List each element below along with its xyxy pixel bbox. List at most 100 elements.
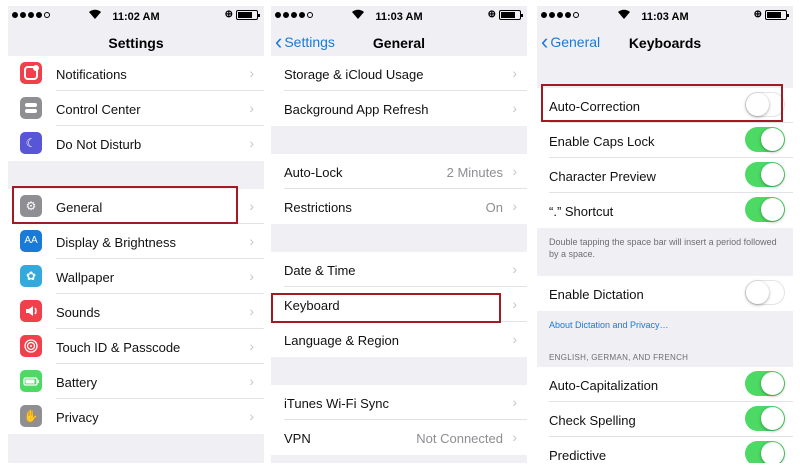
- status-bar: 11:03 AM ⊕: [271, 6, 527, 28]
- setting-label: “.” Shortcut: [549, 204, 614, 219]
- battery-level-icon: [765, 9, 789, 20]
- character-preview-toggle[interactable]: [745, 162, 785, 187]
- general-item-label: Language & Region: [284, 333, 399, 348]
- keyboard-setting-character-preview: Character Preview: [537, 158, 793, 193]
- setting-label: Enable Caps Lock: [549, 134, 655, 149]
- settings-item-label: Control Center: [56, 102, 141, 117]
- battery-level-icon: [236, 9, 260, 20]
- general-item-itunes-sync[interactable]: iTunes Wi-Fi Sync ›: [271, 385, 527, 420]
- orientation-lock-icon: ⊕: [753, 9, 762, 20]
- setting-label: Character Preview: [549, 169, 656, 184]
- notifications-icon: [20, 62, 42, 84]
- general-item-vpn[interactable]: VPN Not Connected ›: [271, 420, 527, 455]
- chevron-right-icon: ›: [512, 65, 517, 81]
- predictive-toggle[interactable]: [745, 441, 785, 463]
- keyboards-screen: 11:03 AM ⊕ ‹ General Keyboards Auto-Corr…: [537, 6, 793, 463]
- dictation-privacy-link[interactable]: About Dictation and Privacy…: [549, 320, 669, 330]
- general-item-label: Restrictions: [284, 200, 352, 215]
- period-shortcut-toggle[interactable]: [745, 197, 785, 222]
- settings-item-label: Sounds: [56, 305, 101, 320]
- setting-label: Enable Dictation: [549, 287, 644, 302]
- hand-icon: ✋: [20, 405, 42, 427]
- chevron-right-icon: ›: [249, 373, 254, 389]
- general-item-label: Storage & iCloud Usage: [284, 67, 424, 82]
- highlight-box: [12, 186, 238, 224]
- settings-item-sounds[interactable]: Sounds ›: [8, 294, 264, 329]
- general-item-value: Not Connected: [416, 431, 503, 446]
- status-bar: 11:03 AM ⊕: [537, 6, 793, 28]
- auto-capitalization-toggle[interactable]: [745, 371, 785, 396]
- highlight-box: [541, 84, 783, 122]
- nav-bar: ‹ General Keyboards: [537, 28, 793, 58]
- keyboard-setting-check-spelling: Check Spelling: [537, 402, 793, 437]
- dictation-toggle[interactable]: [745, 280, 785, 305]
- settings-item-label: Do Not Disturb: [56, 137, 142, 152]
- settings-item-label: Display & Brightness: [56, 235, 176, 250]
- settings-screen: 11:02 AM ⊕ Settings Notifications › Cont…: [8, 6, 264, 463]
- settings-item-label: Privacy: [56, 410, 99, 425]
- chevron-right-icon: ›: [249, 65, 254, 81]
- chevron-right-icon: ›: [249, 408, 254, 424]
- settings-item-label: Battery: [56, 375, 98, 390]
- chevron-right-icon: ›: [512, 394, 517, 410]
- settings-item-wallpaper[interactable]: ✿ Wallpaper ›: [8, 259, 264, 294]
- battery-icon: [20, 370, 42, 392]
- setting-label: Predictive: [549, 448, 607, 463]
- general-item-date-time[interactable]: Date & Time ›: [271, 252, 527, 287]
- settings-item-do-not-disturb[interactable]: ☾ Do Not Disturb ›: [8, 126, 264, 161]
- general-item-background-refresh[interactable]: Background App Refresh ›: [271, 91, 527, 126]
- settings-item-label: Wallpaper: [56, 270, 115, 285]
- general-item-label: Background App Refresh: [284, 102, 429, 117]
- keyboard-setting-period-shortcut: “.” Shortcut: [537, 193, 793, 228]
- chevron-right-icon: ›: [249, 303, 254, 319]
- page-title: Settings: [108, 35, 164, 51]
- settings-item-display-brightness[interactable]: AA Display & Brightness ›: [8, 224, 264, 259]
- chevron-right-icon: ›: [512, 198, 517, 214]
- general-item-label: VPN: [284, 431, 311, 446]
- caps-lock-toggle[interactable]: [745, 127, 785, 152]
- orientation-lock-icon: ⊕: [487, 9, 496, 20]
- general-item-value: On: [485, 200, 503, 215]
- language-section-header: ENGLISH, GERMAN, AND FRENCH: [549, 353, 689, 362]
- setting-label: Check Spelling: [549, 413, 636, 428]
- keyboard-setting-dictation: Enable Dictation: [537, 276, 793, 311]
- page-title: General: [372, 35, 426, 51]
- chevron-right-icon: ›: [512, 100, 517, 116]
- fingerprint-icon: [20, 335, 42, 357]
- highlight-box: [271, 293, 501, 323]
- general-item-language-region[interactable]: Language & Region ›: [271, 322, 527, 357]
- chevron-right-icon: ›: [249, 268, 254, 284]
- general-item-label: iTunes Wi-Fi Sync: [284, 396, 389, 411]
- chevron-right-icon: ›: [512, 331, 517, 347]
- speaker-icon: [20, 300, 42, 322]
- chevron-right-icon: ›: [512, 261, 517, 277]
- battery-level-icon: [499, 9, 523, 20]
- chevron-right-icon: ›: [512, 296, 517, 312]
- chevron-right-icon: ›: [249, 135, 254, 151]
- settings-item-touch-id[interactable]: Touch ID & Passcode ›: [8, 329, 264, 364]
- general-item-auto-lock[interactable]: Auto-Lock 2 Minutes ›: [271, 154, 527, 189]
- general-item-storage[interactable]: Storage & iCloud Usage ›: [271, 56, 527, 91]
- chevron-right-icon: ›: [249, 100, 254, 116]
- settings-item-battery[interactable]: Battery ›: [8, 364, 264, 399]
- general-item-restrictions[interactable]: Restrictions On ›: [271, 189, 527, 224]
- moon-icon: ☾: [20, 132, 42, 154]
- shortcut-note: Double tapping the space bar will insert…: [549, 237, 777, 259]
- settings-item-privacy[interactable]: ✋ Privacy ›: [8, 399, 264, 434]
- general-item-label: Auto-Lock: [284, 165, 343, 180]
- nav-bar: Settings: [8, 28, 264, 58]
- display-icon: AA: [20, 230, 42, 252]
- chevron-right-icon: ›: [512, 163, 517, 179]
- settings-item-control-center[interactable]: Control Center ›: [8, 91, 264, 126]
- page-title: Keyboards: [628, 35, 702, 51]
- settings-item-notifications[interactable]: Notifications ›: [8, 56, 264, 91]
- chevron-right-icon: ›: [249, 198, 254, 214]
- chevron-right-icon: ›: [512, 429, 517, 445]
- settings-item-label: Touch ID & Passcode: [56, 340, 181, 355]
- wallpaper-icon: ✿: [20, 265, 42, 287]
- general-item-label: Date & Time: [284, 263, 356, 278]
- check-spelling-toggle[interactable]: [745, 406, 785, 431]
- chevron-right-icon: ›: [249, 233, 254, 249]
- keyboard-setting-auto-capitalization: Auto-Capitalization: [537, 367, 793, 402]
- keyboard-setting-predictive: Predictive: [537, 437, 793, 463]
